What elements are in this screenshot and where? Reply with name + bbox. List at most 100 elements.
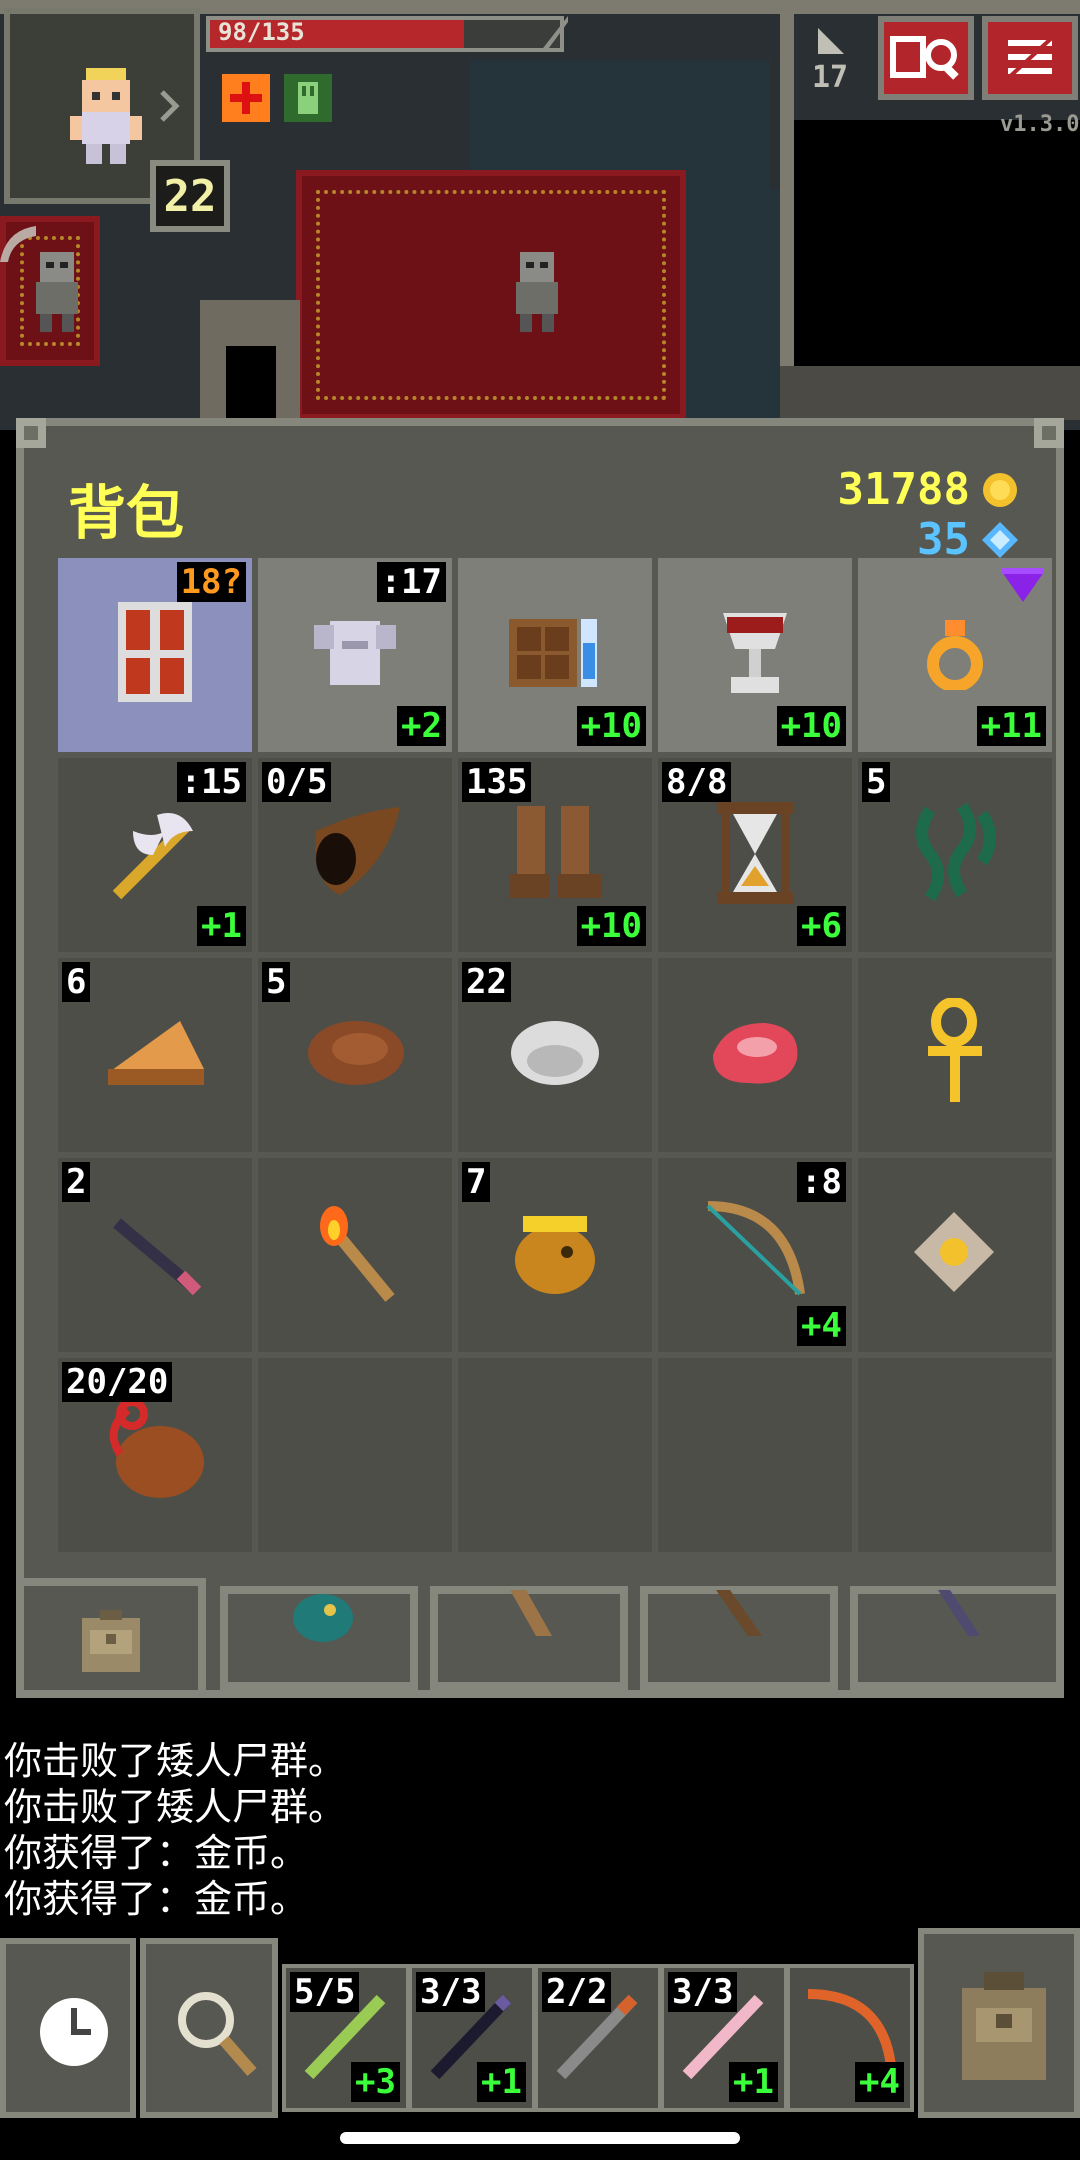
quickslot[interactable]: 3/3 +1	[660, 1964, 788, 2112]
item-upgrade-level: +10	[576, 906, 646, 946]
inventory-slot[interactable]: 6	[58, 958, 252, 1152]
hero-level-badge: 22	[150, 160, 230, 232]
inventory-slot[interactable]: +10	[458, 558, 652, 752]
tab-potion-bandolier[interactable]	[640, 1586, 838, 1690]
inventory-slot[interactable]	[258, 1358, 452, 1552]
depth-indicator[interactable]: 17	[812, 24, 872, 104]
raw-meat-icon	[705, 1015, 805, 1095]
inventory-slot[interactable]: 20/20	[58, 1358, 252, 1552]
wall	[780, 366, 1080, 420]
inventory-slot[interactable]: :17 +2	[258, 558, 452, 752]
inventory-slot[interactable]: 7	[458, 1158, 652, 1352]
catalog-icon	[890, 36, 959, 80]
horn-icon	[300, 803, 410, 907]
inventory-slot[interactable]: +10	[658, 558, 852, 752]
stairs-icon	[818, 28, 844, 54]
health-text: 98/135	[218, 18, 305, 46]
quickslot[interactable]: 3/3 +1	[408, 1964, 536, 2112]
pie-icon	[100, 1013, 210, 1097]
tab-seed-pouch[interactable]	[220, 1586, 418, 1690]
inventory-slot[interactable]	[858, 958, 1052, 1152]
hp-bar-end	[540, 16, 568, 52]
regeneration-buff-icon[interactable]	[222, 74, 270, 122]
inventory-slot[interactable]: 5	[858, 758, 1052, 952]
inventory-button[interactable]	[918, 1928, 1080, 2118]
plate-armor-icon	[310, 613, 400, 697]
battle-axe-icon	[105, 803, 205, 907]
steak-icon	[300, 1013, 410, 1097]
log-line: 你获得了：金币。	[4, 1831, 309, 1875]
window-corner	[1034, 418, 1064, 448]
inventory-title: 背包	[68, 479, 185, 547]
bow-icon	[700, 1198, 810, 1312]
waterskin-icon	[100, 1398, 210, 1512]
chevron-right-icon	[160, 90, 180, 122]
item-upgrade-level: +4	[797, 1306, 846, 1346]
item-upgrade-level: +10	[576, 706, 646, 746]
inventory-slot[interactable]: 0/5	[258, 758, 452, 952]
inventory-slot[interactable]: :15 +1	[58, 758, 252, 952]
purple-gem-icon	[998, 564, 1048, 608]
inventory-slot[interactable]: 18?	[58, 558, 252, 752]
menu-button[interactable]	[982, 16, 1078, 100]
window-corner	[16, 418, 46, 448]
charges-count: 2/2	[542, 1972, 612, 2012]
inventory-slot[interactable]	[458, 1358, 652, 1552]
inventory-slot[interactable]	[858, 1358, 1052, 1552]
inventory-slot[interactable]: +11	[858, 558, 1052, 752]
shield-armor-icon	[110, 598, 200, 712]
log-line: 你击败了矮人尸群。	[4, 1739, 347, 1783]
boots-icon	[505, 798, 605, 912]
backpack-icon	[962, 1972, 1046, 2080]
energy-crystal-icon	[982, 521, 1018, 558]
mushroom-icon	[505, 1013, 605, 1097]
doorway-dark	[226, 346, 276, 420]
inventory-slot[interactable]	[258, 1158, 452, 1352]
barkskin-buff-icon[interactable]	[284, 74, 332, 122]
item-upgrade-level: +3	[351, 2062, 400, 2102]
gold-coin-icon	[983, 472, 1017, 507]
item-upgrade-level: +10	[776, 706, 846, 746]
inventory-slot[interactable]	[858, 1158, 1052, 1352]
spellbook-icon	[505, 611, 605, 699]
quickslot[interactable]: +4	[786, 1964, 914, 2112]
item-upgrade-level: +2	[397, 706, 446, 746]
version-label: v1.3.0	[1000, 112, 1080, 137]
amulet-icon	[910, 1208, 1000, 1302]
inventory-slot[interactable]: 2	[58, 1158, 252, 1352]
red-carpet	[296, 170, 686, 420]
inventory-slot[interactable]: 22	[458, 958, 652, 1152]
inventory-slot[interactable]: :8 +4	[658, 1158, 852, 1352]
quickslot[interactable]: 5/5 +3	[282, 1964, 410, 2112]
item-quantity: :15	[176, 762, 246, 802]
item-upgrade-level: +1	[197, 906, 246, 946]
inventory-slot[interactable]	[658, 958, 852, 1152]
item-quantity: 18?	[176, 562, 246, 602]
inventory-slot[interactable]: 8/8 +6	[658, 758, 852, 952]
charges-count: 5/5	[290, 1972, 360, 2012]
health-bar: 98/135	[206, 16, 564, 52]
chain-icon	[910, 798, 1000, 912]
dwarf-zombie-mob[interactable]	[502, 246, 572, 336]
item-upgrade-level: +6	[797, 906, 846, 946]
quickslot[interactable]: 2/2	[534, 1964, 662, 2112]
home-indicator[interactable]	[340, 2132, 740, 2144]
tab-magic-holster[interactable]	[850, 1586, 1064, 1690]
torch-icon	[310, 1198, 400, 1312]
chalice-icon	[715, 605, 795, 705]
unexplored-area	[794, 120, 1080, 370]
inventory-slot[interactable]: 5	[258, 958, 452, 1152]
backpack-icon	[82, 1610, 140, 1672]
tab-scroll-holder[interactable]	[430, 1586, 628, 1690]
inventory-slot[interactable]: 135 +10	[458, 758, 652, 952]
tab-backpack[interactable]	[16, 1578, 206, 1698]
search-button[interactable]	[140, 1938, 278, 2118]
journal-button[interactable]	[878, 16, 974, 100]
gold-counter: 31788	[838, 464, 1020, 515]
item-upgrade-level: +1	[729, 2062, 778, 2102]
holster-icon	[938, 1590, 980, 1636]
menu-icon	[1002, 32, 1058, 84]
item-quantity: 22	[462, 962, 511, 1002]
wait-button[interactable]	[0, 1938, 136, 2118]
inventory-slot[interactable]	[658, 1358, 852, 1552]
